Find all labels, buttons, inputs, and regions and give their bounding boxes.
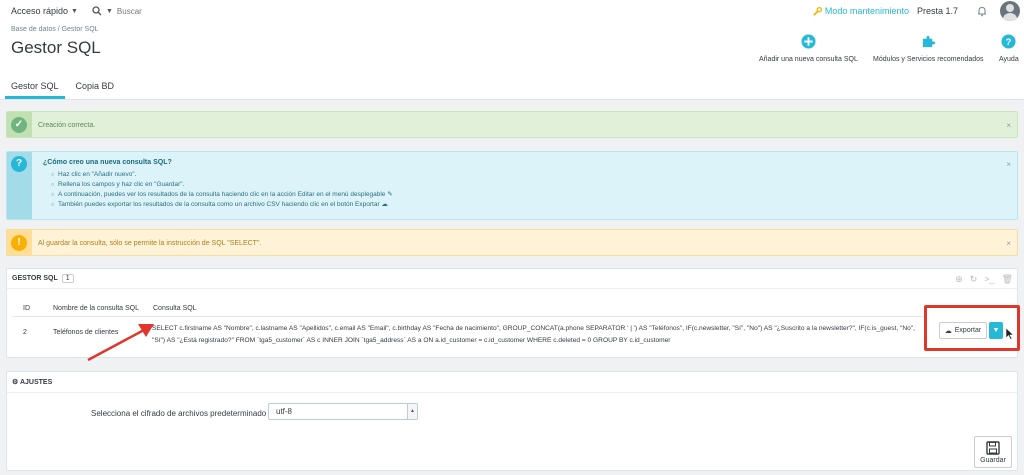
info-title: ¿Cómo creo una nueva consulta SQL? bbox=[43, 159, 172, 166]
avatar[interactable] bbox=[1000, 1, 1020, 21]
recommended-modules-button[interactable]: Módulos y Servicios recomendados bbox=[873, 34, 984, 63]
encoding-select[interactable]: utf-8 ▲ bbox=[268, 403, 418, 420]
info-alert: ? ¿Cómo creo una nueva consulta SQL? Haz… bbox=[6, 151, 1018, 220]
close-icon[interactable]: × bbox=[1006, 121, 1011, 130]
column-header-query[interactable]: Consulta SQL bbox=[153, 305, 197, 312]
list-item: También puedes exportar los resultados d… bbox=[58, 200, 393, 210]
panel-toolbar: ⊕ ↻ >_ 🗑 bbox=[955, 274, 1013, 285]
add-sql-query-label: Añadir una nueva consulta SQL bbox=[759, 56, 858, 63]
refresh-icon[interactable]: ↻ bbox=[970, 274, 978, 285]
tab-sql-manager[interactable]: Gestor SQL bbox=[5, 75, 65, 99]
page-header: Base de datos / Gestor SQL Gestor SQL Añ… bbox=[0, 22, 1024, 100]
maintenance-label: Modo mantenimiento bbox=[824, 6, 909, 16]
warning-message: Al guardar la consulta, sólo se permite … bbox=[38, 240, 262, 247]
column-header-id[interactable]: ID bbox=[23, 305, 30, 312]
warning-icon: ! bbox=[11, 235, 27, 251]
caret-down-icon: ▼ bbox=[71, 7, 78, 15]
list-item: A continuación, puedes ver los resultado… bbox=[58, 190, 393, 200]
column-header-name[interactable]: Nombre de la consulta SQL bbox=[53, 305, 139, 312]
quick-access-label: Acceso rápido bbox=[11, 6, 69, 16]
count-badge: 1 bbox=[61, 274, 74, 283]
export-button[interactable]: ☁ Exportar bbox=[939, 322, 987, 339]
chevron-down-icon: ▲ bbox=[407, 404, 417, 419]
cloud-download-icon: ☁ bbox=[381, 201, 388, 208]
bell-icon[interactable] bbox=[976, 5, 988, 17]
save-icon bbox=[986, 440, 1000, 455]
tabs: Gestor SQL Copia BD bbox=[0, 75, 120, 99]
maintenance-link[interactable]: Modo mantenimiento bbox=[813, 6, 909, 16]
list-item: Rellena los campos y haz clic en "Guarda… bbox=[58, 180, 393, 190]
save-button[interactable]: Guardar bbox=[974, 436, 1012, 468]
recommended-modules-label: Módulos y Servicios recomendados bbox=[873, 56, 984, 63]
help-button[interactable]: ? Ayuda bbox=[999, 34, 1019, 63]
gears-icon: ⚙ bbox=[12, 379, 19, 386]
panel-title: GESTOR SQL 1 bbox=[12, 274, 74, 283]
export-label: Exportar bbox=[954, 327, 982, 334]
pencil-icon: ✎ bbox=[387, 191, 393, 198]
puzzle-icon bbox=[922, 35, 935, 48]
settings-panel: ⚙ AJUSTES Selecciona el cifrado de archi… bbox=[6, 371, 1018, 471]
search-input[interactable] bbox=[116, 6, 237, 16]
row-query: SELECT c.firstname AS "Nombre", c.lastna… bbox=[152, 325, 915, 344]
terminal-icon[interactable]: >_ bbox=[984, 274, 994, 285]
breadcrumb[interactable]: Base de datos / Gestor SQL bbox=[11, 26, 99, 33]
tab-db-backup[interactable]: Copia BD bbox=[70, 75, 121, 99]
encoding-value: utf-8 bbox=[276, 407, 293, 416]
save-label: Guardar bbox=[980, 456, 1006, 464]
export-dropdown-toggle[interactable]: ▼ bbox=[989, 322, 1003, 339]
row-id: 2 bbox=[23, 329, 27, 336]
list-item: Haz clic en "Añadir nuevo". bbox=[58, 170, 393, 180]
add-sql-query-button[interactable]: Añadir una nueva consulta SQL bbox=[759, 34, 858, 63]
info-list: Haz clic en "Añadir nuevo". Rellena los … bbox=[58, 170, 393, 210]
cloud-download-icon: ☁ bbox=[944, 327, 952, 335]
top-bar: Acceso rápido ▼ ▼ Modo mantenimiento Pre… bbox=[0, 0, 1024, 22]
help-circle-icon: ? bbox=[11, 156, 27, 172]
success-message: Creación correcta. bbox=[38, 122, 96, 129]
help-label: Ayuda bbox=[999, 56, 1019, 63]
settings-title: ⚙ AJUSTES bbox=[12, 379, 53, 386]
plus-circle-icon bbox=[801, 34, 816, 49]
close-icon[interactable]: × bbox=[1006, 160, 1011, 169]
trash-icon[interactable]: 🗑 bbox=[1002, 274, 1013, 285]
annotation-arrow bbox=[87, 324, 154, 362]
export-highlight: ☁ Exportar ▼ bbox=[924, 305, 1020, 351]
search-bar: ▼ bbox=[92, 6, 237, 16]
close-icon[interactable]: × bbox=[1006, 239, 1011, 248]
encoding-label: Selecciona el cifrado de archivos predet… bbox=[91, 409, 267, 418]
search-icon[interactable] bbox=[92, 6, 102, 16]
check-icon: ✓ bbox=[11, 117, 27, 133]
success-alert: ✓ Creación correcta. × bbox=[6, 111, 1018, 138]
mouse-cursor-icon bbox=[1006, 328, 1014, 340]
add-icon[interactable]: ⊕ bbox=[955, 274, 963, 285]
warning-alert: ! Al guardar la consulta, sólo se permit… bbox=[6, 229, 1018, 256]
page-title: Gestor SQL bbox=[11, 38, 101, 57]
shop-name[interactable]: Presta 1.7 bbox=[917, 6, 958, 16]
search-caret-icon[interactable]: ▼ bbox=[106, 8, 113, 15]
quick-access-menu[interactable]: Acceso rápido ▼ bbox=[11, 6, 78, 16]
svg-text:?: ? bbox=[1006, 37, 1012, 47]
wrench-icon bbox=[813, 6, 822, 16]
help-icon: ? bbox=[1001, 34, 1016, 49]
